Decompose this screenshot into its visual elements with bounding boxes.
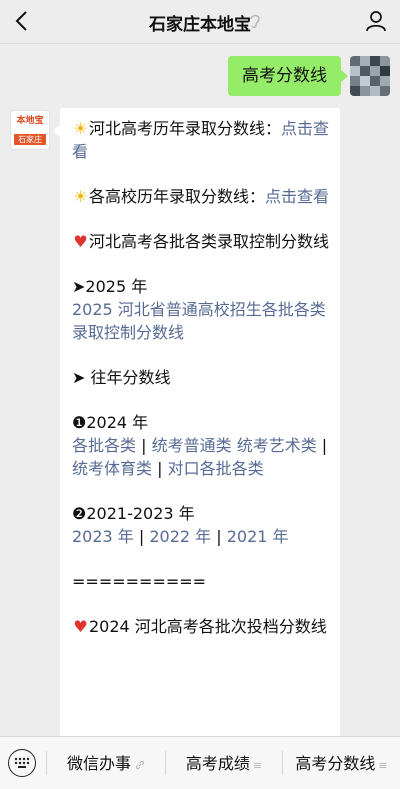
link-2023[interactable]: 2023 年 (72, 527, 134, 546)
account-logo-sub: 石家庄 (14, 134, 46, 145)
outgoing-message[interactable]: 高考分数线 (228, 56, 341, 96)
links-2024: 各批各类 | 统考普通类 统考艺术类 | 统考体育类 | 对口各批各类 (72, 436, 328, 478)
link-2024-regular[interactable]: 统考普通类 (152, 436, 232, 455)
section-2025-heading: ➤2025 年 (72, 277, 148, 296)
link-2022[interactable]: 2022 年 (149, 527, 211, 546)
link-2025-control-lines[interactable]: 2025 河北省普通高校招生各批各类录取控制分数线 (72, 298, 330, 344)
keyboard-icon[interactable] (8, 749, 36, 777)
link-2024-art[interactable]: 统考艺术类 (237, 436, 317, 455)
chat-area[interactable]: 高考分数线 本地宝 石家庄 ☀河北高考历年录取分数线：点击查看 ☀各高校历年录取… (0, 44, 400, 736)
message-line-history: ☀河北高考历年录取分数线：点击查看 (72, 119, 330, 161)
user-avatar[interactable] (350, 56, 390, 96)
link-2024-vocational[interactable]: 对口各批各类 (168, 459, 264, 478)
menu-list-icon: ≡ (378, 759, 388, 772)
menu-item-exam-scores[interactable]: 高考成绩 ≡ (166, 737, 282, 789)
section-2024-heading: ❶2024 年 (72, 413, 149, 432)
menu-list-icon: ≡ (252, 759, 263, 772)
message-line-2024-cutoff: ♥2024 河北高考各批次投档分数线 (73, 617, 327, 636)
links-2021-2023: 2023 年 | 2022 年 | 2021 年 (72, 527, 289, 546)
person-icon[interactable] (364, 9, 388, 33)
incoming-message: ☀河北高考历年录取分数线：点击查看 ☀各高校历年录取分数线：点击查看 ♥河北高考… (60, 108, 340, 736)
section-past-years-heading: ➤ 往年分数线 (72, 368, 171, 387)
account-logo-text: 本地宝 (16, 116, 44, 126)
ear-icon (250, 14, 260, 29)
keyboard-keys (14, 757, 30, 768)
bottom-menu-bar: 微信办事 高考成绩 ≡ 高考分数线 ≡ (0, 736, 400, 789)
chat-title: 石家庄本地宝 (149, 15, 251, 35)
link-icon (135, 760, 145, 769)
top-bar: 石家庄本地宝 (0, 0, 400, 44)
sun-icon: ☀ (73, 187, 88, 206)
link-2024-all-batches[interactable]: 各批各类 (72, 436, 136, 455)
heart-icon: ♥ (73, 617, 88, 636)
message-line-control-lines: ♥河北高考各批各类录取控制分数线 (73, 232, 330, 251)
outgoing-bubble-tail (340, 69, 348, 83)
heart-icon: ♥ (73, 232, 88, 251)
account-avatar[interactable]: 本地宝 石家庄 (10, 110, 50, 150)
link-2024-sports[interactable]: 统考体育类 (72, 459, 152, 478)
section-2021-2023-heading: ❷2021-2023 年 (72, 504, 195, 523)
separator-line: ========== (72, 572, 207, 591)
link-2021[interactable]: 2021 年 (227, 527, 289, 546)
message-line-colleges: ☀各高校历年录取分数线：点击查看 (73, 187, 330, 206)
menu-item-score-lines[interactable]: 高考分数线 ≡ (283, 737, 400, 789)
sun-icon: ☀ (73, 119, 88, 138)
menu-item-wechat-services[interactable]: 微信办事 (47, 737, 165, 789)
link-college-scores[interactable]: 点击查看 (265, 187, 329, 206)
